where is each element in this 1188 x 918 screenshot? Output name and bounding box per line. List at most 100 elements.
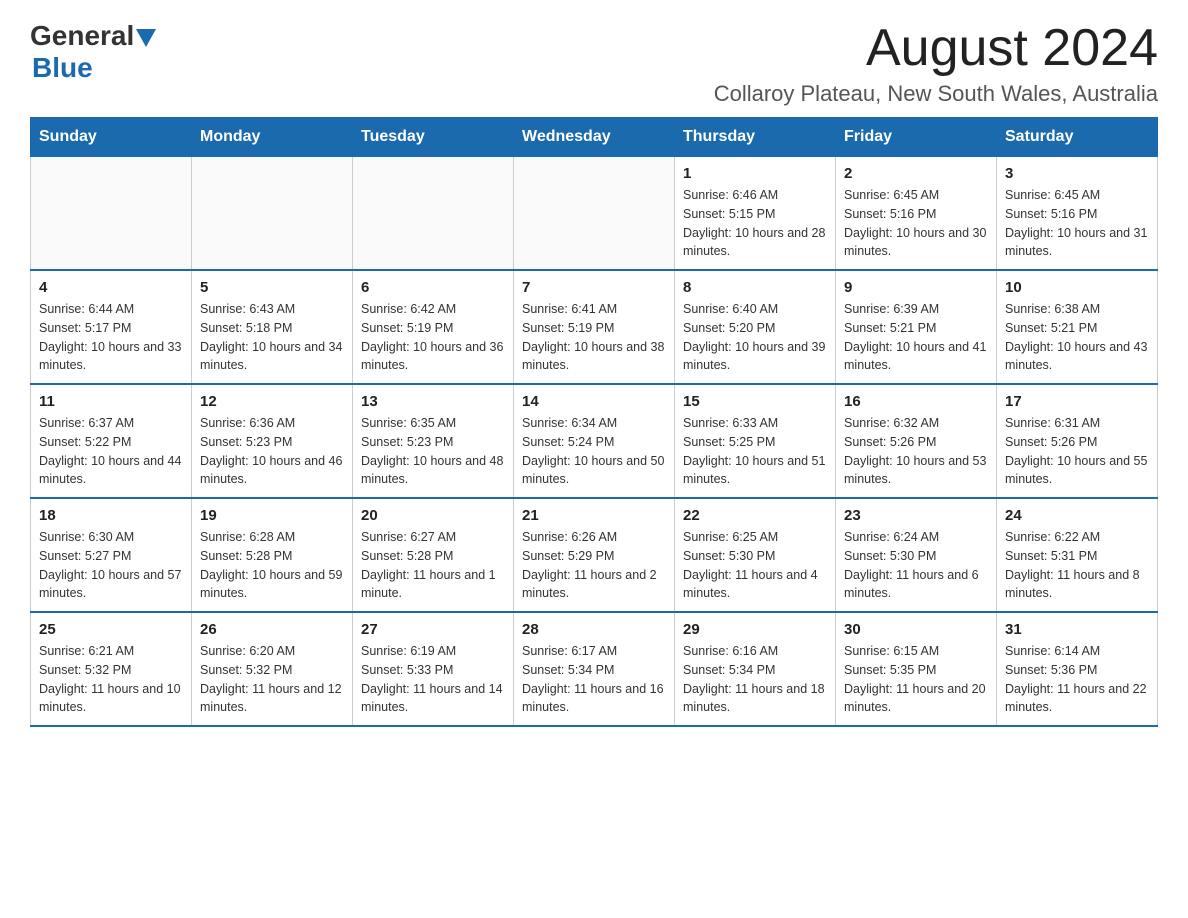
week-row-4: 18 Sunrise: 6:30 AMSunset: 5:27 PMDayligh…: [31, 498, 1158, 612]
logo-blue-text: Blue: [32, 52, 93, 83]
day-number: 16: [844, 393, 988, 410]
calendar-cell-w3-d3: 13Sunrise: 6:35 AMSunset: 5:23 PMDayligh…: [353, 384, 514, 498]
day-info: Sunrise: 6:40 AMSunset: 5:20 PMDaylight:…: [683, 300, 827, 375]
calendar-cell-w2-d5: 8 Sunrise: 6:40 AMSunset: 5:20 PMDaylight…: [675, 270, 836, 384]
day-number: 20: [361, 507, 505, 524]
header-thursday: Thursday: [675, 118, 836, 157]
calendar-cell-w3-d4: 14 Sunrise: 6:34 AMSunset: 5:24 PMDayligh…: [514, 384, 675, 498]
day-info: Sunrise: 6:14 AMSunset: 5:36 PMDaylight:…: [1005, 642, 1149, 717]
header-monday: Monday: [192, 118, 353, 157]
day-info: Sunrise: 6:27 AMSunset: 5:28 PMDaylight:…: [361, 528, 505, 603]
calendar-cell-w2-d3: 6 Sunrise: 6:42 AMSunset: 5:19 PMDaylight…: [353, 270, 514, 384]
day-number: 17: [1005, 393, 1149, 410]
calendar-cell-w5-d1: 25Sunrise: 6:21 AMSunset: 5:32 PMDayligh…: [31, 612, 192, 726]
week-row-2: 4 Sunrise: 6:44 AMSunset: 5:17 PMDaylight…: [31, 270, 1158, 384]
calendar-cell-w1-d4: [514, 157, 675, 271]
day-number: 9: [844, 279, 988, 296]
day-info: Sunrise: 6:43 AMSunset: 5:18 PMDaylight:…: [200, 300, 344, 375]
header-tuesday: Tuesday: [353, 118, 514, 157]
calendar-cell-w5-d7: 31 Sunrise: 6:14 AMSunset: 5:36 PMDayligh…: [997, 612, 1158, 726]
day-info: Sunrise: 6:42 AMSunset: 5:19 PMDaylight:…: [361, 300, 505, 375]
day-number: 10: [1005, 279, 1149, 296]
calendar-table: Sunday Monday Tuesday Wednesday Thursday…: [30, 117, 1158, 727]
day-info: Sunrise: 6:31 AMSunset: 5:26 PMDaylight:…: [1005, 414, 1149, 489]
page-header: General Blue August 2024 Collaroy Platea…: [30, 20, 1158, 107]
day-info: Sunrise: 6:39 AMSunset: 5:21 PMDaylight:…: [844, 300, 988, 375]
header-sunday: Sunday: [31, 118, 192, 157]
calendar-cell-w2-d1: 4 Sunrise: 6:44 AMSunset: 5:17 PMDaylight…: [31, 270, 192, 384]
calendar-cell-w5-d4: 28 Sunrise: 6:17 AMSunset: 5:34 PMDayligh…: [514, 612, 675, 726]
calendar-cell-w3-d2: 12Sunrise: 6:36 AMSunset: 5:23 PMDayligh…: [192, 384, 353, 498]
day-number: 23: [844, 507, 988, 524]
day-number: 1: [683, 165, 827, 182]
week-row-1: 1 Sunrise: 6:46 AMSunset: 5:15 PMDaylight…: [31, 157, 1158, 271]
calendar-cell-w4-d2: 19 Sunrise: 6:28 AMSunset: 5:28 PMDayligh…: [192, 498, 353, 612]
calendar-cell-w4-d3: 20 Sunrise: 6:27 AMSunset: 5:28 PMDayligh…: [353, 498, 514, 612]
day-info: Sunrise: 6:24 AMSunset: 5:30 PMDaylight:…: [844, 528, 988, 603]
day-number: 27: [361, 621, 505, 638]
day-info: Sunrise: 6:16 AMSunset: 5:34 PMDaylight:…: [683, 642, 827, 717]
day-number: 7: [522, 279, 666, 296]
day-number: 14: [522, 393, 666, 410]
calendar-cell-w2-d7: 10 Sunrise: 6:38 AMSunset: 5:21 PMDayligh…: [997, 270, 1158, 384]
day-info: Sunrise: 6:17 AMSunset: 5:34 PMDaylight:…: [522, 642, 666, 717]
week-row-5: 25Sunrise: 6:21 AMSunset: 5:32 PMDayligh…: [31, 612, 1158, 726]
day-info: Sunrise: 6:19 AMSunset: 5:33 PMDaylight:…: [361, 642, 505, 717]
day-number: 28: [522, 621, 666, 638]
day-info: Sunrise: 6:38 AMSunset: 5:21 PMDaylight:…: [1005, 300, 1149, 375]
day-info: Sunrise: 6:46 AMSunset: 5:15 PMDaylight:…: [683, 186, 827, 261]
day-number: 8: [683, 279, 827, 296]
day-number: 19: [200, 507, 344, 524]
day-info: Sunrise: 6:33 AMSunset: 5:25 PMDaylight:…: [683, 414, 827, 489]
calendar-cell-w5-d5: 29Sunrise: 6:16 AMSunset: 5:34 PMDayligh…: [675, 612, 836, 726]
header-saturday: Saturday: [997, 118, 1158, 157]
day-number: 21: [522, 507, 666, 524]
calendar-cell-w3-d1: 11 Sunrise: 6:37 AMSunset: 5:22 PMDayligh…: [31, 384, 192, 498]
day-info: Sunrise: 6:36 AMSunset: 5:23 PMDaylight:…: [200, 414, 344, 489]
calendar-cell-w5-d6: 30 Sunrise: 6:15 AMSunset: 5:35 PMDayligh…: [836, 612, 997, 726]
day-info: Sunrise: 6:30 AMSunset: 5:27 PMDaylight:…: [39, 528, 183, 603]
day-info: Sunrise: 6:22 AMSunset: 5:31 PMDaylight:…: [1005, 528, 1149, 603]
day-info: Sunrise: 6:41 AMSunset: 5:19 PMDaylight:…: [522, 300, 666, 375]
day-info: Sunrise: 6:32 AMSunset: 5:26 PMDaylight:…: [844, 414, 988, 489]
calendar-cell-w3-d6: 16 Sunrise: 6:32 AMSunset: 5:26 PMDayligh…: [836, 384, 997, 498]
day-number: 6: [361, 279, 505, 296]
calendar-cell-w4-d5: 22Sunrise: 6:25 AMSunset: 5:30 PMDayligh…: [675, 498, 836, 612]
calendar-cell-w5-d3: 27 Sunrise: 6:19 AMSunset: 5:33 PMDayligh…: [353, 612, 514, 726]
day-info: Sunrise: 6:15 AMSunset: 5:35 PMDaylight:…: [844, 642, 988, 717]
day-number: 11: [39, 393, 183, 410]
day-info: Sunrise: 6:45 AMSunset: 5:16 PMDaylight:…: [844, 186, 988, 261]
calendar-cell-w5-d2: 26Sunrise: 6:20 AMSunset: 5:32 PMDayligh…: [192, 612, 353, 726]
day-info: Sunrise: 6:28 AMSunset: 5:28 PMDaylight:…: [200, 528, 344, 603]
calendar-cell-w4-d4: 21Sunrise: 6:26 AMSunset: 5:29 PMDayligh…: [514, 498, 675, 612]
day-number: 26: [200, 621, 344, 638]
calendar-cell-w1-d1: [31, 157, 192, 271]
day-info: Sunrise: 6:35 AMSunset: 5:23 PMDaylight:…: [361, 414, 505, 489]
calendar-cell-w4-d7: 24 Sunrise: 6:22 AMSunset: 5:31 PMDayligh…: [997, 498, 1158, 612]
calendar-cell-w1-d5: 1 Sunrise: 6:46 AMSunset: 5:15 PMDaylight…: [675, 157, 836, 271]
day-info: Sunrise: 6:34 AMSunset: 5:24 PMDaylight:…: [522, 414, 666, 489]
day-number: 31: [1005, 621, 1149, 638]
day-number: 24: [1005, 507, 1149, 524]
day-number: 3: [1005, 165, 1149, 182]
logo-general-text: General: [30, 20, 134, 52]
day-number: 18: [39, 507, 183, 524]
header-friday: Friday: [836, 118, 997, 157]
calendar-cell-w1-d2: [192, 157, 353, 271]
weekday-header-row: Sunday Monday Tuesday Wednesday Thursday…: [31, 118, 1158, 157]
day-number: 25: [39, 621, 183, 638]
day-info: Sunrise: 6:25 AMSunset: 5:30 PMDaylight:…: [683, 528, 827, 603]
day-info: Sunrise: 6:45 AMSunset: 5:16 PMDaylight:…: [1005, 186, 1149, 261]
logo: General Blue: [30, 20, 156, 84]
header-wednesday: Wednesday: [514, 118, 675, 157]
day-info: Sunrise: 6:37 AMSunset: 5:22 PMDaylight:…: [39, 414, 183, 489]
day-number: 30: [844, 621, 988, 638]
calendar-cell-w2-d6: 9 Sunrise: 6:39 AMSunset: 5:21 PMDaylight…: [836, 270, 997, 384]
day-number: 4: [39, 279, 183, 296]
logo-triangle-icon: [136, 29, 156, 47]
calendar-cell-w2-d4: 7 Sunrise: 6:41 AMSunset: 5:19 PMDaylight…: [514, 270, 675, 384]
day-info: Sunrise: 6:44 AMSunset: 5:17 PMDaylight:…: [39, 300, 183, 375]
calendar-cell-w3-d5: 15Sunrise: 6:33 AMSunset: 5:25 PMDayligh…: [675, 384, 836, 498]
calendar-cell-w1-d3: [353, 157, 514, 271]
day-number: 5: [200, 279, 344, 296]
